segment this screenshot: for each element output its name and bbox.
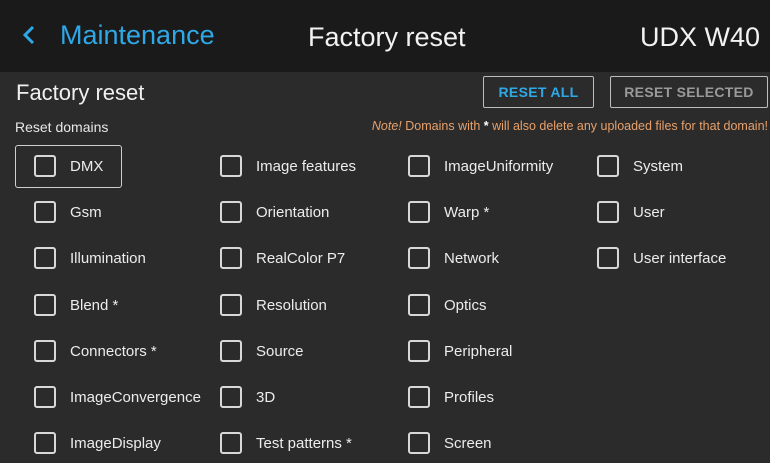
domain-label: User: [633, 203, 665, 221]
back-button[interactable]: Maintenance: [22, 18, 215, 52]
domain-checkbox-item[interactable]: Source: [220, 331, 304, 371]
note-prefix: Note!: [371, 119, 402, 133]
note-mid2: will also delete any uploaded files for …: [488, 119, 768, 133]
domain-label: Profiles: [444, 388, 495, 406]
domain-label: 3D: [256, 388, 276, 406]
domain-checkbox-item[interactable]: Blend *: [34, 285, 118, 325]
checkbox[interactable]: [597, 201, 619, 223]
domain-checkbox-item[interactable]: ImageUniformity: [408, 146, 553, 186]
checkbox[interactable]: [408, 294, 430, 316]
domain-checkbox-item[interactable]: Screen: [408, 423, 492, 463]
checkbox[interactable]: [408, 340, 430, 362]
domain-checkbox-item[interactable]: ImageConvergence: [34, 377, 201, 417]
domain-label: Screen: [444, 434, 492, 452]
checkbox[interactable]: [220, 294, 242, 316]
checkbox[interactable]: [408, 155, 430, 177]
checkbox[interactable]: [34, 340, 56, 362]
domain-checkbox-item[interactable]: DMX: [34, 146, 103, 186]
domain-checkbox-item[interactable]: Resolution: [220, 285, 327, 325]
domain-label: ImageDisplay: [70, 434, 161, 452]
domain-label: Image features: [256, 157, 357, 175]
domain-checkbox-item[interactable]: Image features: [220, 146, 356, 186]
checkbox[interactable]: [34, 386, 56, 408]
checkbox[interactable]: [408, 201, 430, 223]
domain-label: ImageUniformity: [444, 157, 554, 175]
checkbox[interactable]: [408, 247, 430, 269]
domain-checkbox-item[interactable]: ImageDisplay: [34, 423, 161, 463]
domain-checkbox-item[interactable]: Test patterns *: [220, 423, 352, 463]
checkbox[interactable]: [34, 247, 56, 269]
domain-checkbox-item[interactable]: System: [597, 146, 683, 186]
domain-checkbox-item[interactable]: Illumination: [34, 238, 146, 278]
domain-label: Source: [256, 342, 304, 360]
domain-checkbox-item[interactable]: Peripheral: [408, 331, 512, 371]
note-text: Note! Domains with * will also delete an…: [372, 119, 768, 133]
domain-checkbox-item[interactable]: Optics: [408, 285, 487, 325]
checkbox[interactable]: [220, 386, 242, 408]
checkbox[interactable]: [220, 432, 242, 454]
domain-checkbox-item[interactable]: User: [597, 192, 665, 232]
checkbox[interactable]: [220, 155, 242, 177]
domain-label: RealColor P7: [256, 249, 346, 267]
chevron-left-icon: [22, 18, 44, 52]
domain-label: Warp *: [444, 203, 490, 221]
checkbox[interactable]: [597, 247, 619, 269]
reset-domains-label: Reset domains: [15, 119, 109, 135]
domain-label: Gsm: [70, 203, 102, 221]
domain-checkbox-item[interactable]: Orientation: [220, 192, 329, 232]
checkbox[interactable]: [220, 247, 242, 269]
domain-label: Peripheral: [444, 342, 513, 360]
checkbox[interactable]: [220, 201, 242, 223]
device-name: UDX W40: [639, 22, 760, 52]
note-mid1: Domains with: [401, 119, 484, 133]
page-title: Factory reset: [16, 80, 145, 105]
domain-label: DMX: [70, 157, 104, 175]
reset-all-button[interactable]: RESET ALL: [483, 76, 594, 108]
domain-label: Resolution: [256, 296, 327, 314]
domain-label: Optics: [444, 296, 487, 314]
domain-label: Blend *: [70, 296, 119, 314]
domain-label: User interface: [633, 249, 727, 267]
domain-checkbox-item[interactable]: User interface: [597, 238, 726, 278]
domain-checkbox-item[interactable]: Connectors *: [34, 331, 157, 371]
domain-label: Network: [444, 249, 500, 267]
checkbox[interactable]: [408, 386, 430, 408]
header-bar: Maintenance Factory reset UDX W40: [0, 0, 770, 72]
domain-checkbox-item[interactable]: Profiles: [408, 377, 494, 417]
domain-label: Connectors *: [70, 342, 157, 360]
domain-label: ImageConvergence: [70, 388, 201, 406]
domain-checkbox-item[interactable]: 3D: [220, 377, 275, 417]
checkbox[interactable]: [34, 294, 56, 316]
domain-checkbox-item[interactable]: RealColor P7: [220, 238, 345, 278]
reset-selected-button[interactable]: RESET SELECTED: [610, 76, 768, 108]
domain-checkbox-item[interactable]: Gsm: [34, 192, 102, 232]
domain-checkbox-item[interactable]: Network: [408, 238, 499, 278]
checkbox[interactable]: [597, 155, 619, 177]
domain-label: Orientation: [256, 203, 330, 221]
checkbox[interactable]: [220, 340, 242, 362]
checkbox[interactable]: [34, 432, 56, 454]
checkbox[interactable]: [34, 155, 56, 177]
domain-label: System: [633, 157, 684, 175]
screen-title: Factory reset: [308, 22, 466, 52]
domain-label: Test patterns *: [256, 434, 352, 452]
checkbox[interactable]: [408, 432, 430, 454]
back-label: Maintenance: [60, 19, 215, 50]
checkbox[interactable]: [34, 201, 56, 223]
domain-label: Illumination: [70, 249, 146, 267]
domain-checkbox-item[interactable]: Warp *: [408, 192, 489, 232]
